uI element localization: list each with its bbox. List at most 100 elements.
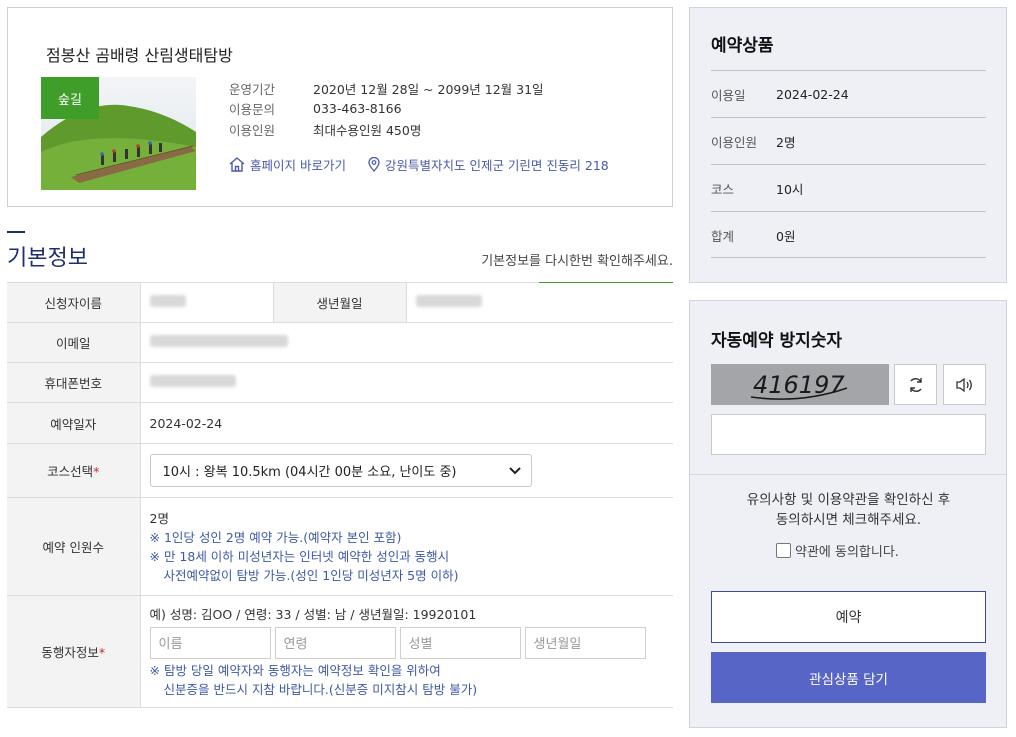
section-hint: 기본정보를 다시한번 확인해주세요.: [481, 254, 673, 269]
section-title: 기본정보: [7, 246, 88, 271]
agree-checkbox-row[interactable]: 약관에 동의합니다.: [776, 541, 899, 560]
reservation-form-table: 신청자이름 생년월일 이메일 휴대폰번호 예약일자 2024-02-24 코스선…: [7, 282, 673, 708]
people-note: ※ 만 18세 이하 미성년자는 인터넷 예약한 성인과 동행시: [149, 548, 450, 564]
summary-value: 2명: [776, 134, 796, 150]
companion-birth-input[interactable]: 생년월일: [524, 626, 646, 659]
product-info: 운영기간 2020년 12월 28일 ~ 2099년 12월 31일 이용문의 …: [229, 78, 544, 140]
reserve-button[interactable]: 예약: [711, 591, 986, 643]
summary-label: 이용일: [711, 87, 746, 103]
companion-cell: 예) 성명: 김OO / 연령: 33 / 성별: 남 / 생년월일: 1992…: [140, 595, 674, 708]
captcha-title: 자동예약 방지숫자: [711, 331, 843, 351]
agree-label: 약관에 동의합니다.: [795, 545, 899, 560]
info-value: 최대수용인원 450명: [313, 122, 422, 138]
summary-value: 10시: [776, 181, 804, 197]
people-value: 2명: [149, 510, 169, 526]
product-links: 홈페이지 바로가기 강원특별자치도 인제군 기린면 진동리 218: [229, 155, 631, 174]
address-link[interactable]: 강원특별자치도 인제군 기린면 진동리 218: [368, 155, 609, 174]
summary-row-course: 코스 10시: [711, 164, 986, 211]
companion-gender-input[interactable]: 성별: [399, 626, 521, 659]
course-cell: 10시 : 왕복 10.5km (04시간 00분 소요, 난이도 중): [140, 443, 673, 498]
course-select-value: 10시 : 왕복 10.5km (04시간 00분 소요, 난이도 중): [162, 465, 457, 480]
row-date: 예약일자 2024-02-24: [7, 402, 673, 444]
section-accent-bar: [7, 231, 25, 233]
required-mark: *: [93, 464, 100, 479]
captcha-audio-button[interactable]: [943, 364, 986, 405]
summary-value: 2024-02-24: [776, 86, 849, 102]
category-badge: 숲길: [41, 77, 99, 119]
people-cell: 2명 ※ 1인당 성인 2명 예약 가능.(예약자 본인 포함) ※ 만 18세…: [140, 497, 673, 596]
phone-label: 휴대폰번호: [7, 362, 141, 403]
people-note: 사전예약없이 탐방 가능.(성인 1인당 미성년자 5명 이하): [163, 567, 459, 583]
companion-age-input[interactable]: 연령: [274, 626, 396, 659]
people-note: ※ 1인당 성인 2명 예약 가능.(예약자 본인 포함): [149, 529, 402, 545]
row-phone: 휴대폰번호: [7, 362, 673, 403]
address-label: 강원특별자치도 인제군 기린면 진동리 218: [384, 158, 609, 173]
refresh-icon: [909, 377, 922, 392]
summary-row-date: 이용일 2024-02-24: [711, 70, 986, 117]
captcha-refresh-button[interactable]: [894, 364, 937, 405]
summary-row-people: 이용인원 2명: [711, 117, 986, 164]
captcha-code: 416197: [753, 371, 845, 399]
info-label: 운영기간: [229, 81, 276, 97]
homepage-link[interactable]: 홈페이지 바로가기: [229, 155, 346, 174]
applicant-value: [140, 282, 274, 323]
summary-divider: [711, 257, 986, 258]
product-image: 숲길: [41, 77, 196, 190]
row-companion: 동행자정보* 예) 성명: 김OO / 연령: 33 / 성별: 남 / 생년월…: [7, 595, 674, 708]
companion-example: 예) 성명: 김OO / 연령: 33 / 성별: 남 / 생년월일: 1992…: [149, 606, 477, 622]
email-value: [140, 322, 673, 363]
required-mark: *: [98, 645, 106, 660]
captcha-image: 416197: [711, 364, 889, 405]
summary-label: 이용인원: [711, 134, 758, 150]
birth-value: [406, 282, 673, 323]
applicant-label: 신청자이름: [7, 282, 141, 323]
companion-label-text: 동행자정보: [41, 645, 99, 660]
companion-inputs: 이름 연령 성별 생년월일: [149, 626, 674, 659]
summary-title: 예약상품: [711, 36, 774, 56]
summary-label: 코스: [711, 181, 735, 197]
reservation-summary: 예약상품 이용일 2024-02-24 이용인원 2명 코스 10시 합계 0원: [689, 7, 1007, 283]
info-value: 033-463-8166: [313, 101, 402, 117]
course-select[interactable]: 10시 : 왕복 10.5km (04시간 00분 소요, 난이도 중): [149, 454, 532, 487]
info-label: 이용인원: [229, 122, 276, 138]
summary-label: 합계: [711, 228, 735, 244]
agree-checkbox[interactable]: [776, 543, 791, 558]
phone-value: [140, 362, 673, 403]
companion-note: ※ 탐방 당일 예약자와 동행자는 예약정보 확인을 위하여: [149, 662, 441, 678]
course-label: 코스선택*: [7, 443, 141, 498]
row-course: 코스선택* 10시 : 왕복 10.5km (04시간 00분 소요, 난이도 …: [7, 443, 673, 498]
date-label: 예약일자: [7, 402, 141, 444]
home-icon: [229, 157, 245, 172]
map-pin-icon: [368, 157, 380, 172]
chevron-down-icon: [508, 466, 521, 474]
summary-row-total: 합계 0원: [711, 211, 986, 258]
captcha-card: 자동예약 방지숫자 416197 유의사항 및 이용약관을 확인하신 후 동의하…: [689, 300, 1007, 728]
row-people: 예약 인원수 2명 ※ 1인당 성인 2명 예약 가능.(예약자 본인 포함) …: [7, 497, 673, 596]
companion-name-input[interactable]: 이름: [149, 626, 271, 659]
agreement-message-line: 동의하시면 체크해주세요.: [775, 512, 922, 528]
product-title: 점봉산 곰배령 산림생태탐방: [46, 46, 233, 65]
companion-note: 신분증을 반드시 지참 바랍니다.(신분증 미지참시 탐방 불가): [163, 681, 478, 697]
speaker-icon: [955, 377, 972, 392]
captcha-input[interactable]: [711, 414, 986, 455]
birth-label: 생년월일: [273, 282, 407, 323]
info-row-capacity: 이용인원 최대수용인원 450명: [229, 119, 544, 140]
add-favorite-button[interactable]: 관심상품 담기: [711, 652, 986, 703]
companion-label: 동행자정보*: [7, 595, 141, 708]
date-value: 2024-02-24: [140, 402, 673, 444]
email-label: 이메일: [7, 322, 141, 363]
agreement-message-line: 유의사항 및 이용약관을 확인하신 후: [746, 492, 951, 508]
course-label-text: 코스선택: [47, 464, 94, 479]
info-row-period: 운영기간 2020년 12월 28일 ~ 2099년 12월 31일: [229, 78, 544, 99]
row-email: 이메일: [7, 322, 673, 363]
row-applicant: 신청자이름 생년월일: [7, 282, 673, 323]
homepage-link-label: 홈페이지 바로가기: [250, 158, 346, 173]
agreement-message: 유의사항 및 이용약관을 확인하신 후 동의하시면 체크해주세요.: [711, 490, 986, 530]
info-row-contact: 이용문의 033-463-8166: [229, 99, 544, 120]
info-label: 이용문의: [229, 102, 276, 118]
product-card: 점봉산 곰배령 산림생태탐방 숲길 운영기간 2020년 12월 28일 ~ 2…: [7, 7, 673, 207]
captcha-divider: [690, 474, 1006, 475]
summary-value: 0원: [776, 228, 796, 244]
info-value: 2020년 12월 28일 ~ 2099년 12월 31일: [313, 81, 544, 97]
hint-underline: [539, 282, 673, 283]
